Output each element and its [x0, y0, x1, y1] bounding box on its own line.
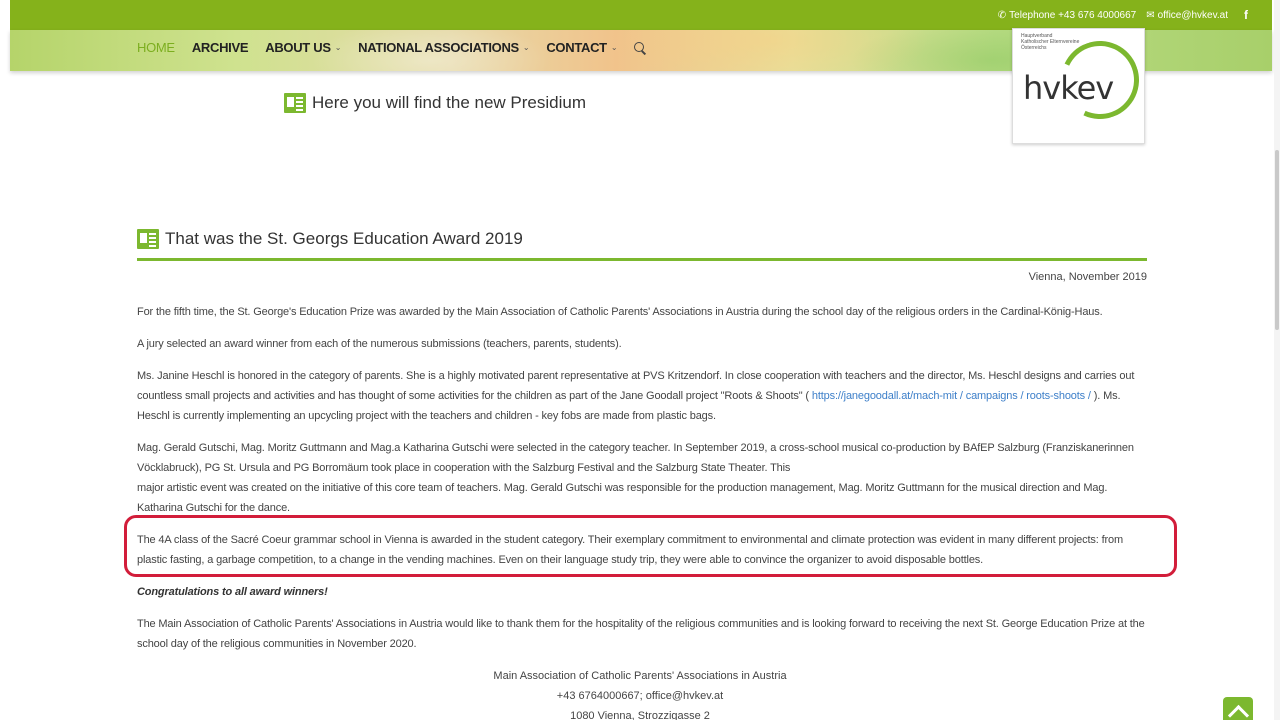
newspaper-icon [137, 229, 159, 249]
paragraph-teachers-a: Mag. Gerald Gutschi, Mag. Moritz Guttman… [137, 442, 1134, 474]
nav-item-contact[interactable]: CONTACT ⌄ [546, 40, 617, 55]
article-heading: That was the St. Georgs Education Award … [137, 229, 523, 249]
nav-item-archive[interactable]: ARCHIVE [191, 40, 249, 55]
nav-item-label: NATIONAL ASSOCIATIONS [358, 40, 519, 55]
congratulations-text: Congratulations to all award winners! [137, 586, 328, 598]
nav-item-national-associations[interactable]: NATIONAL ASSOCIATIONS ⌄ [358, 40, 530, 55]
nav-item-label: CONTACT [546, 40, 607, 55]
page-scrollbar[interactable] [1274, 0, 1280, 720]
email-contact[interactable]: ✉ office@hvkev.at [1146, 10, 1228, 21]
address-line-name: Main Association of Catholic Parents' As… [493, 670, 787, 682]
logo-wordmark: hvkev [1023, 69, 1114, 107]
mail-icon: ✉ [1146, 9, 1155, 21]
article-body: For the fifth time, the St. George's Edu… [137, 302, 1147, 666]
address-line-street: 1080 Vienna, Strozzigasse 2 [570, 710, 710, 720]
top-contact-bar: ✆ Telephone +43 676 4000667 ✉ office@hvk… [10, 0, 1272, 30]
association-address: Main Association of Catholic Parents' As… [0, 666, 1280, 720]
back-to-top-button[interactable] [1223, 697, 1253, 720]
logo-tagline: Hauptverband Katholischer Elternvereine … [1021, 33, 1080, 51]
nav-item-label: HOME [137, 40, 175, 55]
nav-item-label: ARCHIVE [191, 40, 249, 55]
address-line-contact: +43 6764000667; office@hvkev.at [556, 690, 724, 702]
chevron-down-icon: ⌄ [610, 43, 618, 52]
scrollbar-thumb[interactable] [1275, 150, 1279, 330]
article-title: That was the St. Georgs Education Award … [165, 229, 523, 248]
presidium-link[interactable]: Here you will find the new Presidium [284, 93, 586, 113]
paragraph-teachers: Mag. Gerald Gutschi, Mag. Moritz Guttman… [137, 438, 1147, 518]
paragraph-jury: A jury selected an award winner from eac… [137, 338, 622, 350]
paragraph-teachers-b: major artistic event was created on the … [137, 482, 1108, 514]
email-text: office@hvkev.at [1157, 9, 1228, 21]
paragraph-parents: Ms. Janine Heschl is honored in the cate… [137, 366, 1147, 426]
phone-contact[interactable]: ✆ Telephone +43 676 4000667 [998, 10, 1136, 21]
main-nav: HOME ARCHIVE ABOUT US ⌄ NATIONAL ASSOCIAT… [137, 40, 646, 55]
search-icon[interactable] [634, 41, 646, 54]
chevron-down-icon: ⌄ [334, 43, 342, 52]
nav-item-label: ABOUT US [265, 40, 331, 55]
article-date: Vienna, November 2019 [1028, 271, 1147, 283]
site-logo[interactable]: Hauptverband Katholischer Elternvereine … [1012, 28, 1150, 144]
chevron-down-icon: ⌄ [522, 43, 530, 52]
nav-item-home[interactable]: HOME [137, 40, 175, 55]
newspaper-icon [284, 93, 306, 113]
roots-shoots-link[interactable]: https://janegoodall.at/mach-mit / campai… [812, 390, 1091, 402]
facebook-icon[interactable]: f [1244, 8, 1248, 22]
nav-item-about-us[interactable]: ABOUT US ⌄ [265, 40, 341, 55]
presidium-text: Here you will find the new Presidium [312, 93, 587, 112]
paragraph-thanks: The Main Association of Catholic Parents… [137, 618, 1145, 650]
heading-divider [137, 258, 1147, 261]
highlight-box [124, 515, 1177, 577]
phone-icon: ✆ [997, 9, 1007, 21]
phone-text: Telephone +43 676 4000667 [1009, 9, 1137, 21]
paragraph-intro: For the fifth time, the St. George's Edu… [137, 306, 1103, 318]
